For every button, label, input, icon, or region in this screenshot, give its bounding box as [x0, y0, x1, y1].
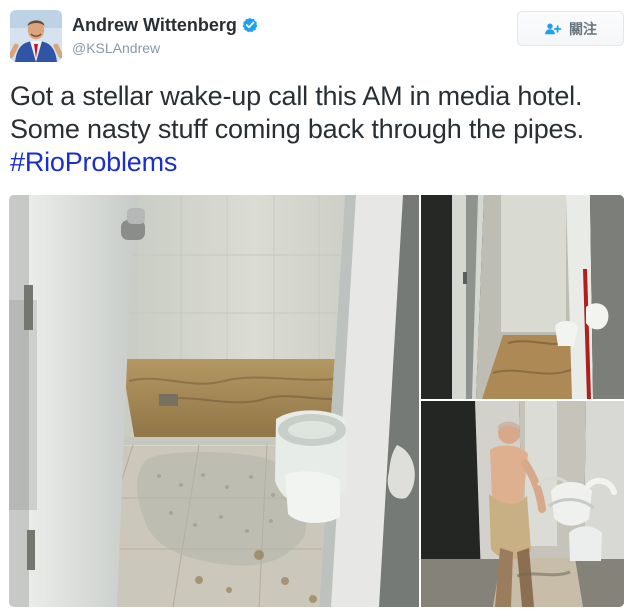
add-user-icon — [545, 23, 562, 34]
bathroom-photo-doorway[interactable] — [421, 195, 624, 399]
author-avatar[interactable] — [10, 10, 62, 62]
bathroom-doorway-icon — [421, 195, 624, 399]
author-name-row: Andrew Wittenberg — [72, 15, 472, 35]
user-avatar-icon — [10, 10, 62, 62]
follow-button[interactable]: 關注 — [517, 11, 624, 46]
author-name[interactable]: Andrew Wittenberg — [72, 15, 237, 35]
author-block: Andrew Wittenberg @KSLAndrew — [72, 15, 472, 56]
tweet-text: Got a stellar wake-up call this AM in me… — [10, 80, 625, 179]
bathroom-photo-main[interactable] — [9, 195, 419, 607]
hashtag-link[interactable]: #RioProblems — [10, 147, 177, 177]
author-handle[interactable]: @KSLAndrew — [72, 40, 472, 56]
bathroom-photo-person[interactable] — [421, 401, 624, 607]
bathroom-scene-icon — [9, 195, 419, 607]
bathroom-person-icon — [421, 401, 624, 607]
verified-badge-icon — [242, 17, 258, 33]
tweet-media-grid — [9, 195, 624, 607]
tweet-card: Andrew Wittenberg @KSLAndrew 關注 Got a st… — [0, 0, 633, 613]
tweet-body-text: Got a stellar wake-up call this AM in me… — [10, 81, 584, 144]
follow-button-label: 關注 — [569, 20, 597, 37]
